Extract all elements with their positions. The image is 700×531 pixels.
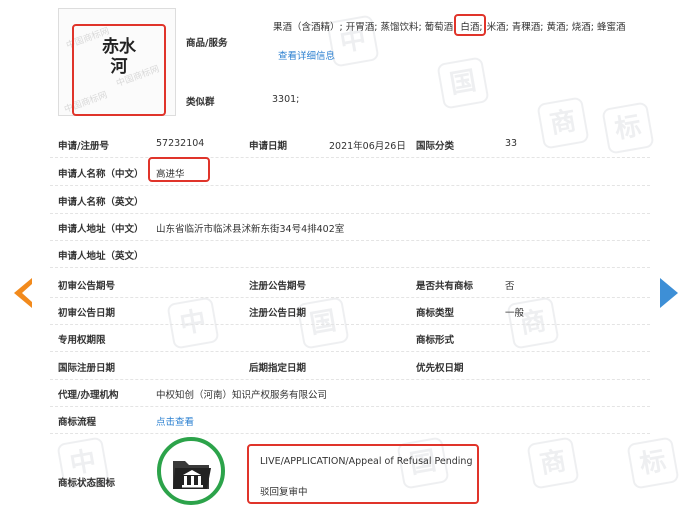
reg-no-label: 申请/注册号 bbox=[58, 141, 109, 152]
row-exclusive: 专用权期限 商标形式 bbox=[50, 324, 650, 352]
process-link[interactable]: 点击查看 bbox=[156, 414, 194, 428]
row-agent: 代理/办理机构 中权知创（河南）知识产权服务有限公司 bbox=[50, 379, 650, 407]
row-prelim-issue: 初审公告期号 注册公告期号 是否共有商标 否 bbox=[50, 270, 650, 298]
row-registration: 申请/注册号 57232104 申请日期 2021年06月26日 国际分类 33 bbox=[50, 130, 650, 158]
row-address-en: 申请人地址（英文） bbox=[50, 240, 650, 268]
tm-form-label: 商标形式 bbox=[416, 335, 455, 346]
app-date-label: 申请日期 bbox=[249, 141, 288, 152]
applicant-cn-label: 申请人名称（中文） bbox=[58, 169, 144, 180]
tm-type-value: 一般 bbox=[505, 308, 525, 319]
row-address-cn: 申请人地址（中文） 山东省临沂市临沭县沭新东街34号4排402室 bbox=[50, 213, 650, 241]
row-applicant-cn: 申请人名称（中文） 高进华 bbox=[50, 158, 650, 186]
shared-label: 是否共有商标 bbox=[416, 281, 474, 292]
agent-value: 中权知创（河南）知识产权服务有限公司 bbox=[156, 390, 328, 401]
status-highlight-box bbox=[247, 444, 479, 504]
reg-date-label: 注册公告日期 bbox=[249, 308, 307, 319]
address-en-label: 申请人地址（英文） bbox=[58, 251, 144, 262]
chevron-left-icon-inner bbox=[22, 284, 32, 302]
image-highlight-box bbox=[72, 24, 166, 116]
goods-label: 商品/服务 bbox=[186, 38, 228, 49]
goods-list-part: 果酒（含酒精）; 开胃酒; 蒸馏饮料; 葡萄酒; bbox=[273, 22, 457, 33]
intl-class-label: 国际分类 bbox=[416, 141, 455, 152]
status-icon-label: 商标状态图标 bbox=[58, 478, 116, 489]
watermark-mark: 国 bbox=[436, 56, 490, 110]
prelim-issue-label: 初审公告期号 bbox=[58, 281, 116, 292]
row-prelim-date: 初审公告日期 注册公告日期 商标类型 一般 bbox=[50, 297, 650, 325]
later-date-label: 后期指定日期 bbox=[249, 363, 307, 374]
shared-value: 否 bbox=[505, 281, 515, 292]
goods-list-part: 米酒; 青稞酒; 黄酒; 烧酒; 蜂蜜酒 bbox=[486, 22, 626, 33]
row-process: 商标流程 点击查看 bbox=[50, 406, 650, 434]
goods-list: 果酒（含酒精）; 开胃酒; 蒸馏饮料; 葡萄酒; 白酒; 米酒; 青稞酒; 黄酒; … bbox=[273, 19, 625, 33]
intl-reg-date-label: 国际注册日期 bbox=[58, 363, 116, 374]
address-cn-label: 申请人地址（中文） bbox=[58, 224, 144, 235]
applicant-highlight-box bbox=[148, 157, 210, 182]
applicant-en-label: 申请人名称（英文） bbox=[58, 197, 144, 208]
similar-group-value: 3301; bbox=[272, 94, 300, 105]
row-applicant-en: 申请人名称（英文） bbox=[50, 186, 650, 214]
goods-highlight-box bbox=[454, 14, 486, 36]
view-details-link[interactable]: 查看详细信息 bbox=[278, 48, 335, 62]
address-cn-value: 山东省临沂市临沭县沭新东街34号4排402室 bbox=[156, 224, 345, 235]
reg-no-value: 57232104 bbox=[156, 138, 205, 149]
tm-type-label: 商标类型 bbox=[416, 308, 455, 319]
app-date-value: 2021年06月26日 bbox=[329, 141, 406, 152]
watermark-mark: 商 bbox=[526, 436, 580, 490]
similar-group-label: 类似群 bbox=[186, 97, 215, 108]
priority-date-label: 优先权日期 bbox=[416, 363, 464, 374]
exclusive-period-label: 专用权期限 bbox=[58, 335, 106, 346]
row-intl-reg: 国际注册日期 后期指定日期 优先权日期 bbox=[50, 352, 650, 380]
chevron-right-icon[interactable] bbox=[660, 278, 678, 308]
watermark-mark: 标 bbox=[626, 436, 680, 490]
folder-courthouse-icon bbox=[173, 461, 211, 489]
agent-label: 代理/办理机构 bbox=[58, 390, 119, 401]
status-icon bbox=[157, 437, 225, 505]
reg-issue-label: 注册公告期号 bbox=[249, 281, 307, 292]
intl-class-value: 33 bbox=[505, 138, 518, 149]
process-label: 商标流程 bbox=[58, 417, 97, 428]
prelim-date-label: 初审公告日期 bbox=[58, 308, 116, 319]
